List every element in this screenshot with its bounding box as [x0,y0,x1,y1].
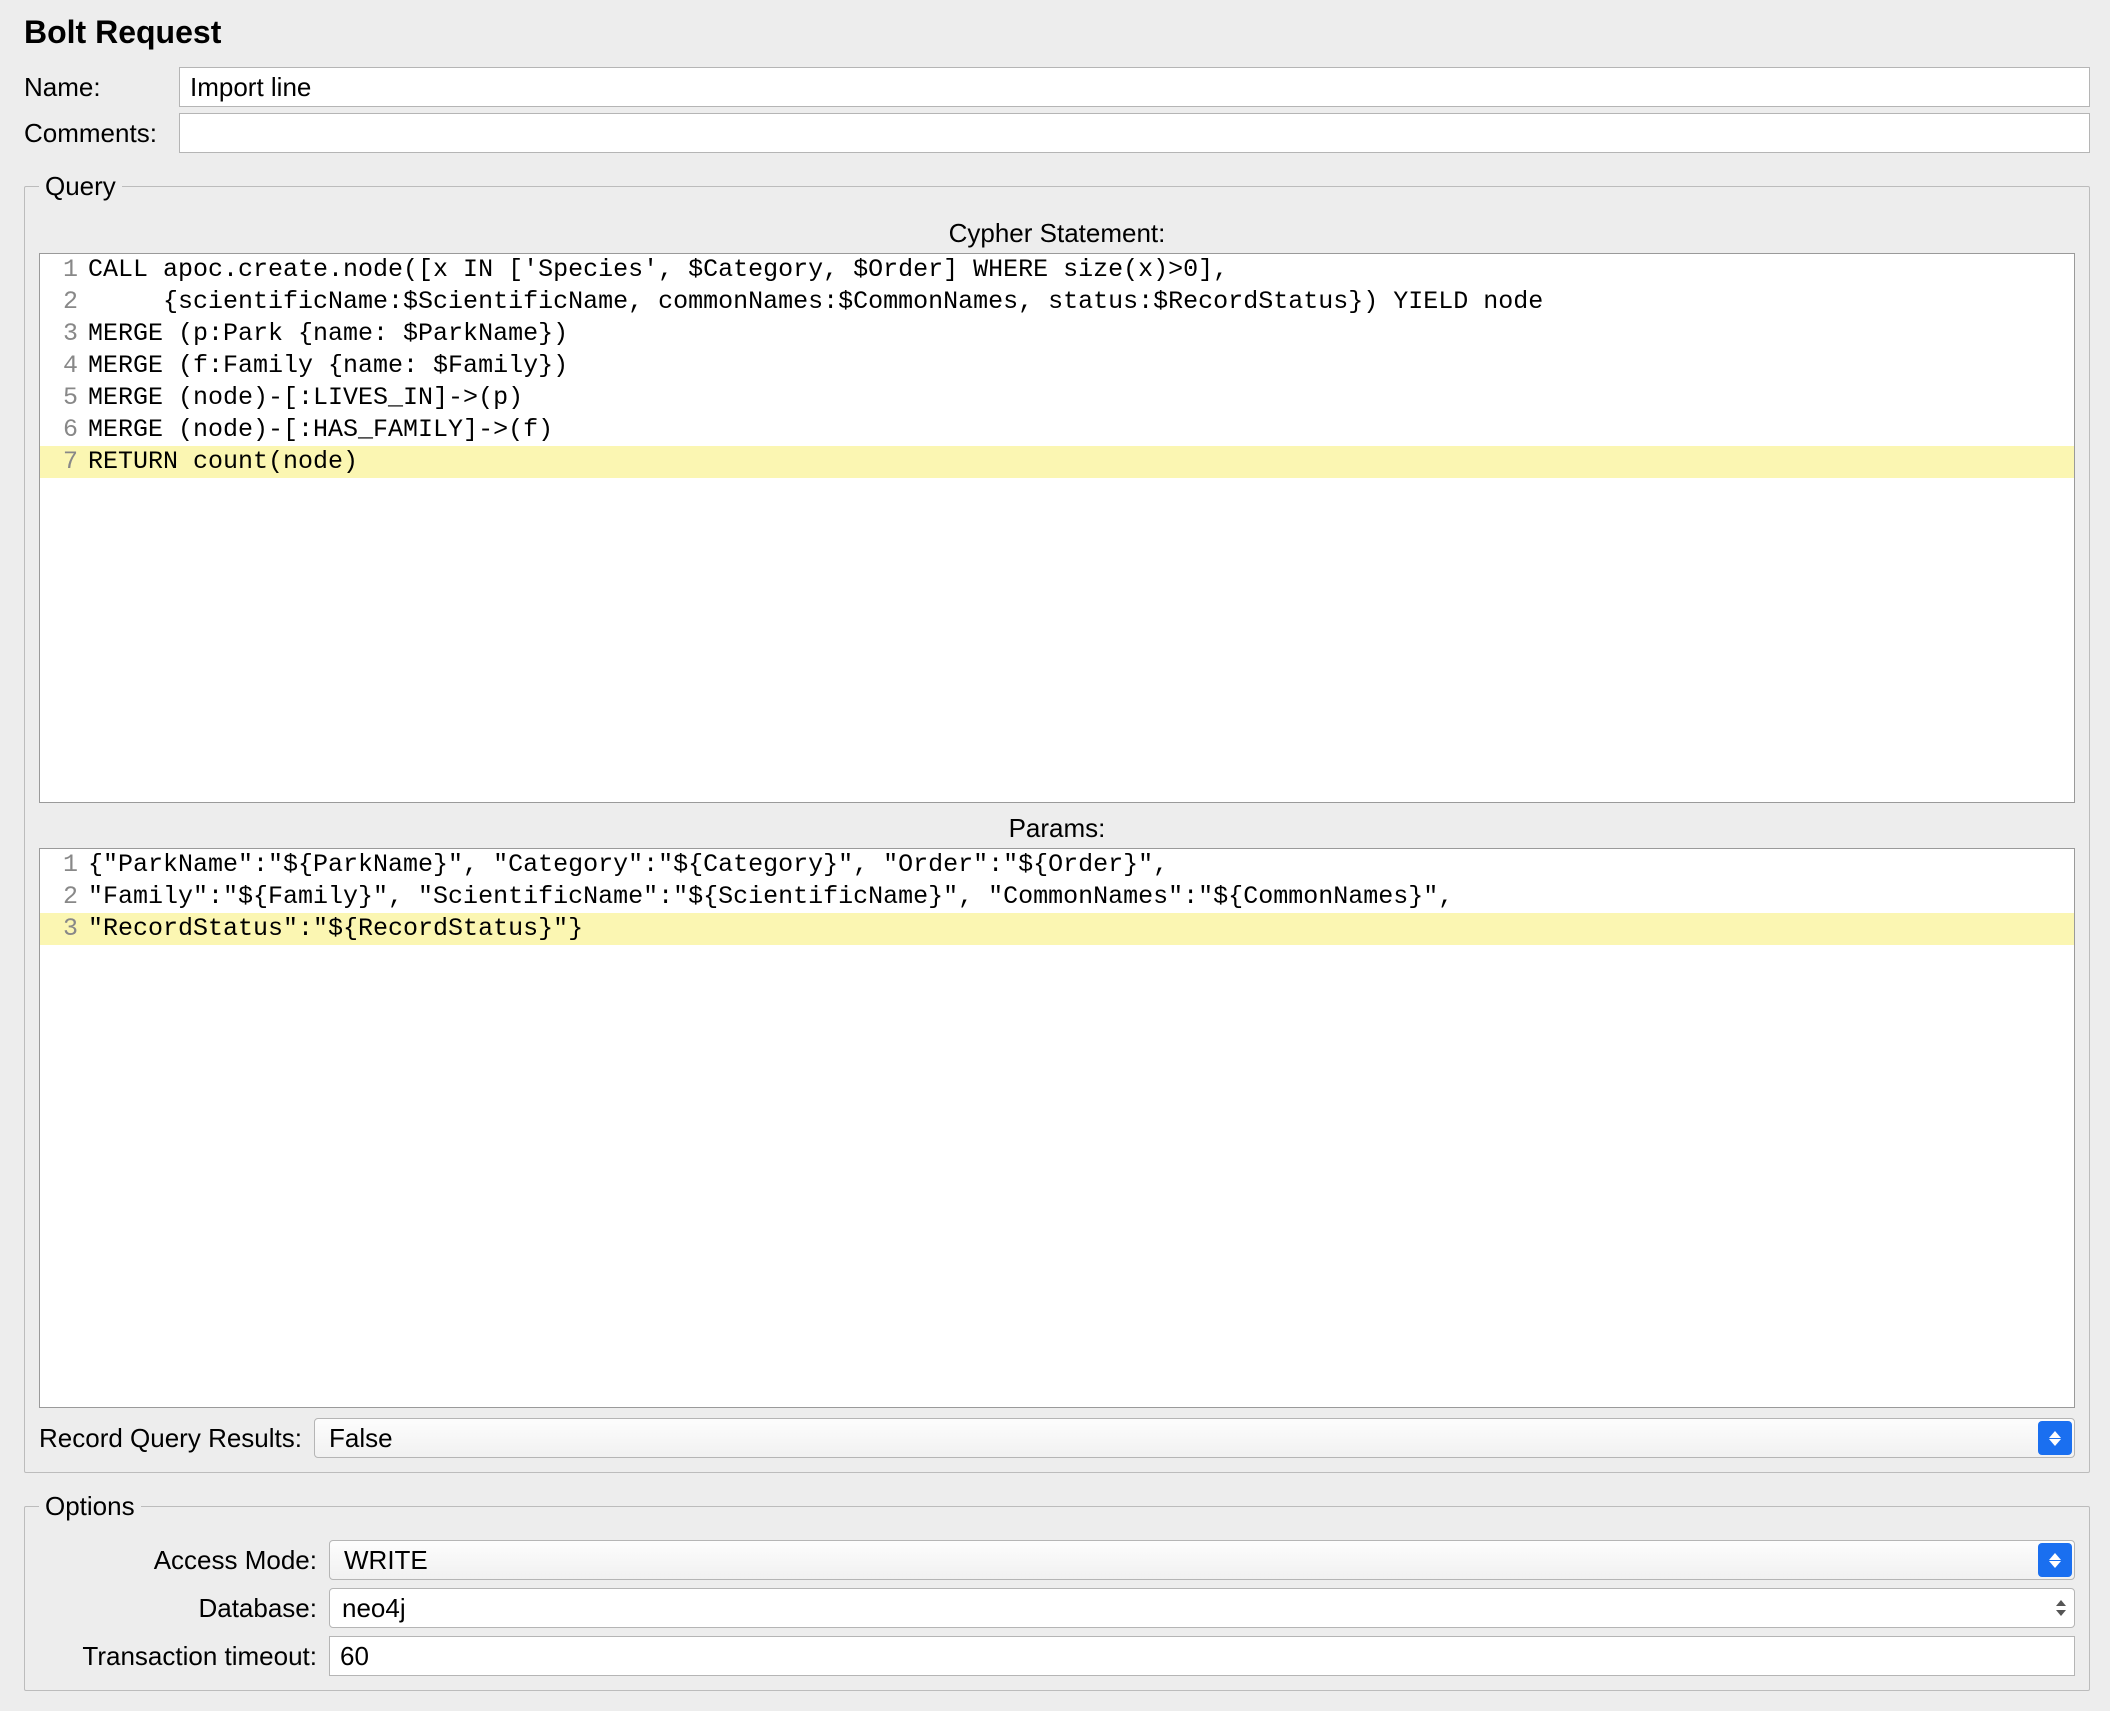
query-group: Query Cypher Statement: 1CALL apoc.creat… [24,171,2090,1473]
code-text: MERGE (f:Family {name: $Family}) [88,350,2074,382]
page-title: Bolt Request [24,14,2090,51]
options-group: Options Access Mode: WRITE Database: neo… [24,1491,2090,1691]
comments-label: Comments: [24,118,179,149]
code-text: "RecordStatus":"${RecordStatus}"} [88,913,2074,945]
line-number: 6 [40,414,88,446]
query-legend: Query [39,171,122,202]
code-line[interactable]: 1{"ParkName":"${ParkName}", "Category":"… [40,849,2074,881]
record-results-row: Record Query Results: False [39,1418,2075,1458]
code-line[interactable]: 3"RecordStatus":"${RecordStatus}"} [40,913,2074,945]
txn-timeout-row: Transaction timeout: [39,1636,2075,1676]
line-number: 3 [40,913,88,945]
code-line[interactable]: 4MERGE (f:Family {name: $Family}) [40,350,2074,382]
code-text: MERGE (node)-[:LIVES_IN]->(p) [88,382,2074,414]
database-input[interactable]: neo4j [329,1588,2075,1628]
record-results-value: False [329,1423,393,1454]
line-number: 7 [40,446,88,478]
code-text: CALL apoc.create.node([x IN ['Species', … [88,254,2074,286]
access-mode-value: WRITE [344,1545,428,1576]
code-text: "Family":"${Family}", "ScientificName":"… [88,881,2074,913]
line-number: 4 [40,350,88,382]
code-line[interactable]: 2 {scientificName:$ScientificName, commo… [40,286,2074,318]
name-input[interactable] [179,67,2090,107]
comments-input[interactable] [179,113,2090,153]
access-mode-label: Access Mode: [39,1545,329,1576]
code-text: {"ParkName":"${ParkName}", "Category":"$… [88,849,2074,881]
line-number: 1 [40,254,88,286]
name-label: Name: [24,72,179,103]
database-row: Database: neo4j [39,1588,2075,1628]
params-editor[interactable]: 1{"ParkName":"${ParkName}", "Category":"… [39,848,2075,1408]
comments-row: Comments: [24,113,2090,153]
code-line[interactable]: 6MERGE (node)-[:HAS_FAMILY]->(f) [40,414,2074,446]
code-text: MERGE (p:Park {name: $ParkName}) [88,318,2074,350]
cypher-editor[interactable]: 1CALL apoc.create.node([x IN ['Species',… [39,253,2075,803]
line-number: 1 [40,849,88,881]
record-results-label: Record Query Results: [39,1423,314,1454]
database-label: Database: [39,1593,329,1624]
code-line[interactable]: 1CALL apoc.create.node([x IN ['Species',… [40,254,2074,286]
cypher-header: Cypher Statement: [39,212,2075,253]
txn-timeout-input[interactable] [329,1636,2075,1676]
code-line[interactable]: 7RETURN count(node) [40,446,2074,478]
database-value: neo4j [342,1593,406,1624]
updown-icon [2038,1421,2072,1455]
bolt-request-panel: Bolt Request Name: Comments: Query Cyphe… [0,0,2110,1711]
code-line[interactable]: 5MERGE (node)-[:LIVES_IN]->(p) [40,382,2074,414]
code-line[interactable]: 2"Family":"${Family}", "ScientificName":… [40,881,2074,913]
access-mode-row: Access Mode: WRITE [39,1540,2075,1580]
line-number: 2 [40,286,88,318]
stepper-icon [2050,1591,2072,1625]
txn-timeout-label: Transaction timeout: [39,1641,329,1672]
params-header: Params: [39,807,2075,848]
options-legend: Options [39,1491,141,1522]
name-row: Name: [24,67,2090,107]
updown-icon [2038,1543,2072,1577]
code-text: {scientificName:$ScientificName, commonN… [88,286,2074,318]
code-line[interactable]: 3MERGE (p:Park {name: $ParkName}) [40,318,2074,350]
line-number: 5 [40,382,88,414]
code-text: RETURN count(node) [88,446,2074,478]
access-mode-select[interactable]: WRITE [329,1540,2075,1580]
line-number: 2 [40,881,88,913]
record-results-select[interactable]: False [314,1418,2075,1458]
code-text: MERGE (node)-[:HAS_FAMILY]->(f) [88,414,2074,446]
line-number: 3 [40,318,88,350]
